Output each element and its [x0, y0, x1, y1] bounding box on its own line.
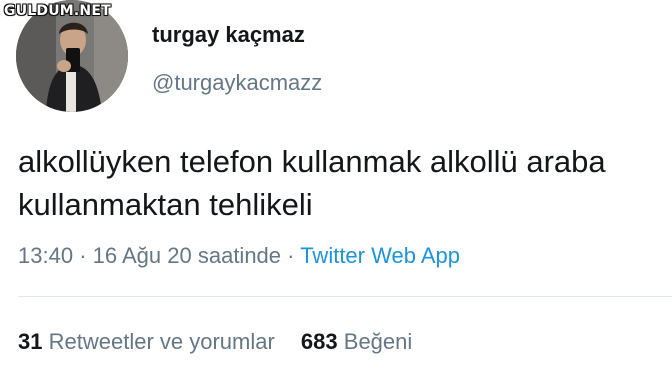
meta-separator: · [287, 243, 295, 268]
watermark-logo: GULDUM.NET [4, 3, 111, 19]
retweets-count: 31 [18, 329, 43, 354]
meta-separator: · [79, 243, 87, 268]
tweet-text-line: kullanmaktan tehlikeli [18, 187, 313, 222]
tweet-date[interactable]: 16 Ağu 20 saatinde [93, 243, 281, 268]
tweet-meta: 13:40 · 16 Ağu 20 saatinde · Twitter Web… [18, 243, 460, 269]
tweet-stats: 31 Retweetler ve yorumlar 683 Beğeni [18, 329, 412, 355]
author-display-name[interactable]: turgay kaçmaz [152, 22, 305, 48]
author-handle[interactable]: @turgaykacmazz [152, 70, 322, 96]
divider [18, 296, 672, 297]
likes-count: 683 [300, 329, 338, 354]
retweets-stat[interactable]: 31 Retweetler ve yorumlar [18, 329, 275, 355]
tweet-text: alkollüyken telefon kullanmak alkollü ar… [18, 140, 672, 226]
likes-stat[interactable]: 683 Beğeni [301, 329, 412, 355]
tweet-source-link[interactable]: Twitter Web App [300, 243, 460, 268]
retweets-label: Retweetler ve yorumlar [48, 329, 275, 354]
likes-label: Beğeni [343, 329, 413, 354]
tweet-time[interactable]: 13:40 [18, 243, 73, 268]
tweet-text-line: alkollüyken telefon kullanmak alkollü ar… [18, 144, 606, 179]
